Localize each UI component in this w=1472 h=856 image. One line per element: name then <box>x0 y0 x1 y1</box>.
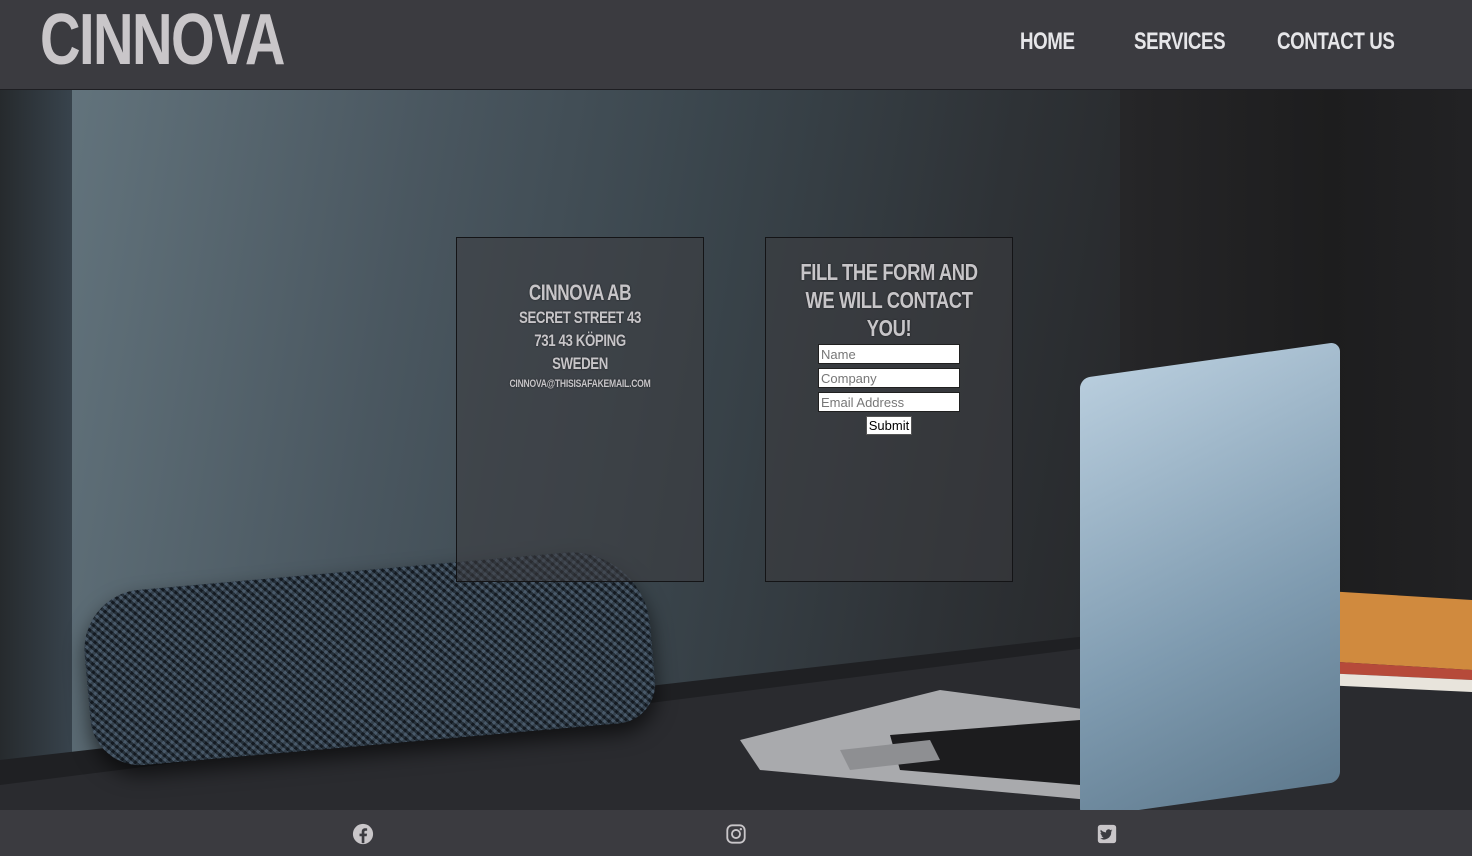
nav-home[interactable]: HOME <box>1020 26 1075 58</box>
facebook-icon[interactable] <box>352 823 374 845</box>
company-field[interactable] <box>818 368 960 388</box>
contact-form-card: FILL THE FORM AND WE WILL CONTACT YOU! S… <box>765 237 1013 582</box>
site-logo[interactable]: CINNOVA <box>40 2 285 78</box>
instagram-icon[interactable] <box>725 823 747 845</box>
site-header: CINNOVA HOME SERVICES CONTACT US <box>0 0 1472 90</box>
laptop-keyboard-shape <box>740 690 1090 800</box>
name-field[interactable] <box>818 344 960 364</box>
company-name: CINNOVA AB <box>528 280 632 305</box>
contact-form: Submit <box>766 344 1012 435</box>
nav-contact-us[interactable]: CONTACT US <box>1277 26 1395 58</box>
postal-city: 731 43 KÖPING <box>534 331 626 350</box>
nav-services[interactable]: SERVICES <box>1134 26 1226 58</box>
laptop-screen-shape <box>1080 341 1340 810</box>
submit-button[interactable]: Submit <box>865 416 913 435</box>
hero-background: CINNOVA AB SECRET STREET 43 731 43 KÖPIN… <box>0 90 1472 810</box>
email-field[interactable] <box>818 392 960 412</box>
country: SWEDEN <box>552 354 608 373</box>
twitter-icon[interactable] <box>1096 823 1118 845</box>
street-address: SECRET STREET 43 <box>519 308 641 327</box>
site-footer <box>0 810 1472 856</box>
address-card: CINNOVA AB SECRET STREET 43 731 43 KÖPIN… <box>456 237 704 582</box>
form-title: FILL THE FORM AND WE WILL CONTACT YOU! <box>800 259 978 341</box>
email-address[interactable]: CINNOVA@THISISAFAKEMAIL.COM <box>484 377 676 391</box>
